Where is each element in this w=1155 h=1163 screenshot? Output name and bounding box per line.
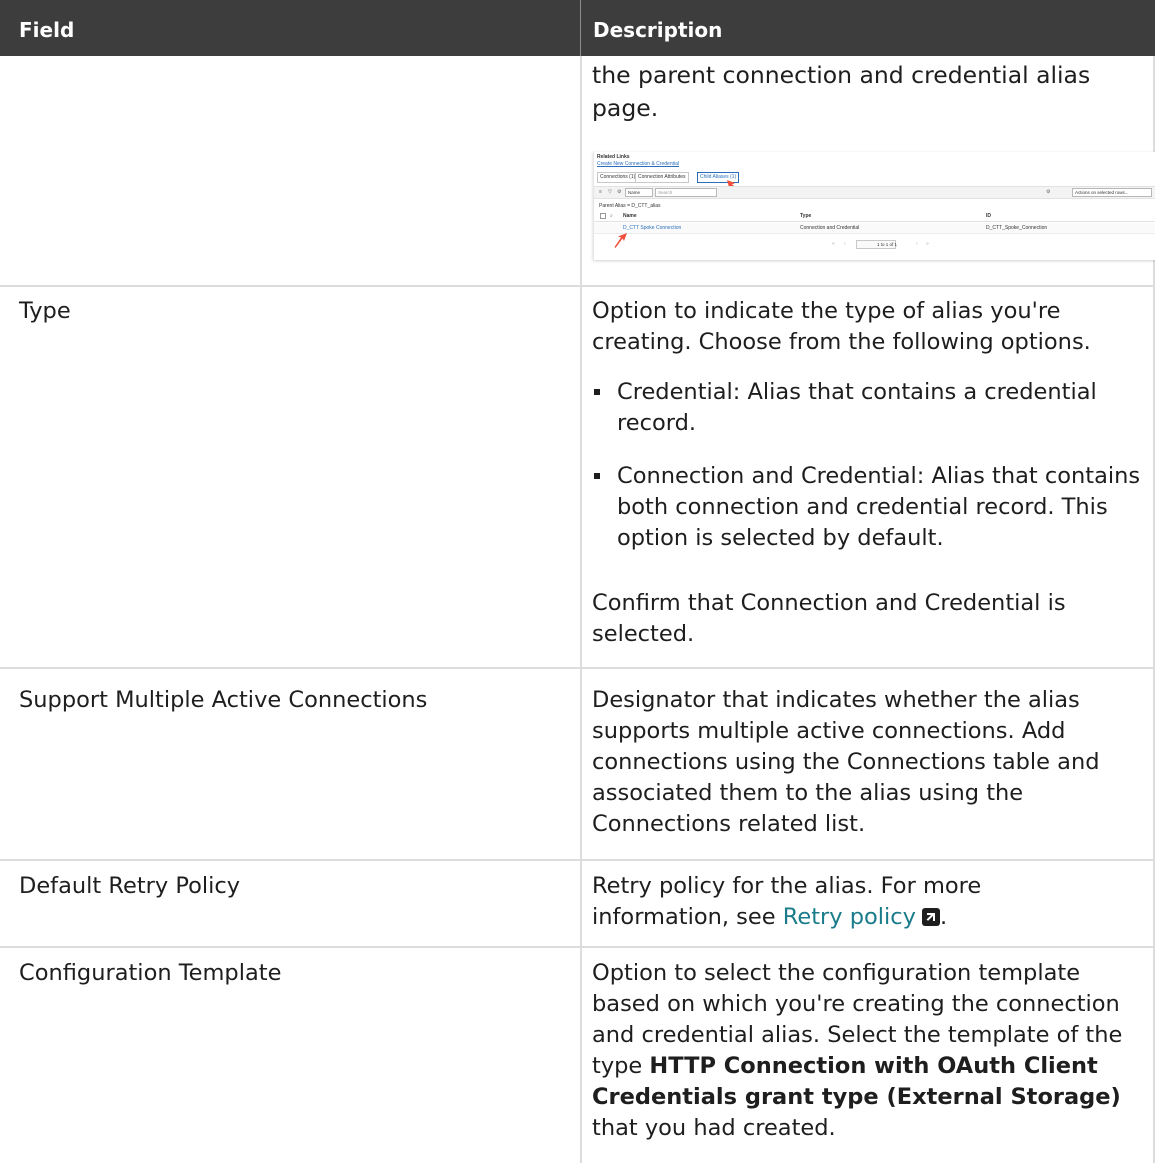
actions-select[interactable]: Actions on selected rows...: [1072, 188, 1152, 197]
search-column-icon[interactable]: ⌕: [610, 213, 613, 219]
pager-last-icon[interactable]: »: [926, 241, 929, 247]
pager-status: 1 to 1 of 1: [856, 240, 898, 249]
pager-first-icon[interactable]: «: [832, 241, 835, 247]
external-link-icon[interactable]: [921, 908, 940, 926]
search-input[interactable]: Search: [655, 188, 717, 197]
type-description: Option to indicate the type of alias you…: [592, 298, 1091, 355]
configuration-template-description: Option to select the configuration templ…: [592, 958, 1152, 1144]
column-header-id[interactable]: ID: [986, 213, 991, 219]
pager-prev-icon[interactable]: ‹: [844, 241, 846, 247]
parent-alias-breadcrumb: Parent Alias = D_CTT_alias: [599, 203, 661, 209]
retry-policy-link[interactable]: Retry policy: [783, 904, 916, 930]
field-configuration-template: Configuration Template: [19, 960, 282, 986]
description-column-header: Description: [593, 18, 723, 42]
field-default-retry: Default Retry Policy: [19, 873, 241, 899]
related-links-title: Related Links: [597, 154, 630, 160]
column-header-type[interactable]: Type: [800, 213, 811, 219]
row-divider: [0, 667, 1155, 669]
table-header: Field Description: [0, 0, 1155, 56]
filter-icon[interactable]: ▽: [608, 189, 612, 195]
filter-field-select[interactable]: Name: [625, 188, 653, 197]
pager-page[interactable]: 1: [877, 242, 880, 247]
row-name-link[interactable]: D_CTT Spoke Connection: [623, 225, 681, 231]
row-divider: [0, 285, 1155, 287]
type-confirm-note: Confirm that Connection and Credential i…: [592, 590, 1066, 647]
pager-next-icon[interactable]: ›: [916, 241, 918, 247]
row-id: D_CTT_Spoke_Connection: [986, 225, 1048, 231]
field-type: Type: [19, 298, 71, 324]
select-all-checkbox[interactable]: [600, 213, 606, 219]
field-support-multiple: Support Multiple Active Connections: [19, 687, 428, 713]
row-divider: [0, 946, 1155, 948]
type-option-credential: Credential: Alias that contains a creden…: [617, 379, 1097, 436]
settings-icon[interactable]: ⚙: [617, 189, 621, 195]
row-arrow-icon: [614, 233, 627, 248]
menu-icon[interactable]: ≡: [599, 189, 602, 195]
intro-description: the parent connection and credential ali…: [592, 61, 1091, 122]
retry-description-end: .: [939, 904, 948, 930]
tab-connections[interactable]: Connections (1): [597, 172, 639, 183]
row-divider: [0, 859, 1155, 861]
pager-range: to 1 of 1: [880, 242, 898, 247]
column-divider: [580, 56, 582, 1163]
create-connection-link[interactable]: Create New Connection & Credential: [597, 161, 679, 167]
bullet-icon: [594, 389, 600, 395]
retry-description: Retry policy for the alias. For more inf…: [592, 871, 1022, 933]
support-multiple-description: Designator that indicates whether the al…: [592, 687, 1100, 837]
field-description-table: Field Description the parent connection …: [0, 0, 1155, 1163]
field-column-header: Field: [19, 18, 75, 42]
gear-icon[interactable]: ⚙: [1046, 189, 1050, 195]
config-description-end: that you had created.: [592, 1115, 836, 1141]
related-links-screenshot: Related Links Create New Connection & Cr…: [593, 152, 1155, 260]
bullet-icon: [594, 473, 600, 479]
list-header-row: [594, 211, 1155, 222]
row-type: Connection and Credential: [800, 225, 860, 231]
header-divider: [580, 0, 581, 56]
tab-connection-attributes[interactable]: Connection Attributes: [635, 172, 689, 183]
column-header-name[interactable]: Name: [623, 213, 637, 219]
config-template-type: HTTP Connection with OAuth Client Creden…: [592, 1053, 1121, 1110]
type-option-connection-credential: Connection and Credential: Alias that co…: [617, 463, 1141, 551]
